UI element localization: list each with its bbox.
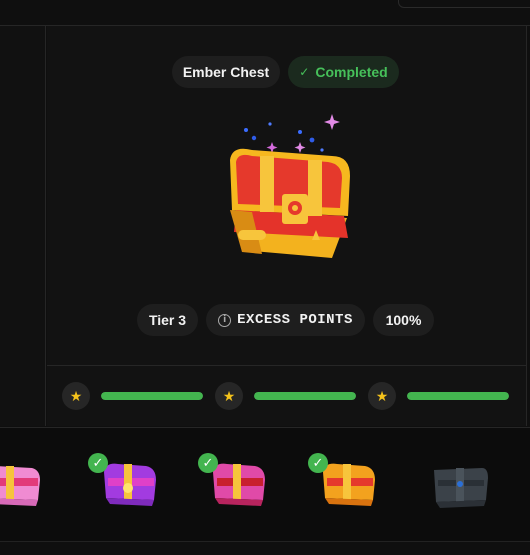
excess-points-pill[interactable]: i EXCESS POINTS [206,304,365,336]
completed-check-icon: ✓ [198,453,218,473]
progress-fill-3 [407,392,509,400]
star-icon: ★ [215,382,243,410]
left-side-panel [0,26,46,426]
excess-points-label: EXCESS POINTS [237,312,353,328]
completed-badge: ✓ Completed [288,56,399,88]
progress-fill-1 [101,392,203,400]
chest-detail-screen: Ember Chest ✓ Completed Tier 3 i EXCESS … [0,0,530,555]
chest-name: Ember Chest [182,64,270,80]
star-icon: ★ [62,382,90,410]
ember-chest-image [230,114,350,258]
percent-pill: 100% [373,304,434,336]
progress-bar-2 [254,392,356,400]
progress-divider [47,365,527,366]
progress-bar-3 [407,392,509,400]
pink-chest-thumbnail[interactable] [0,452,42,512]
completed-check-icon: ✓ [308,453,328,473]
progress-bar-1 [101,392,203,400]
star-icon: ★ [368,382,396,410]
steel-chest-thumbnail[interactable] [426,456,492,516]
tier-pill: Tier 3 [137,304,198,336]
completed-check-icon: ✓ [88,453,108,473]
check-icon: ✓ [299,65,310,79]
tier-label: Tier 3 [148,312,187,328]
info-icon: i [218,313,232,327]
top-right-frame [398,0,530,8]
status-label: Completed [315,64,388,80]
chest-name-pill: Ember Chest [172,56,280,88]
progress-fill-2 [254,392,356,400]
percent-label: 100% [385,312,422,328]
